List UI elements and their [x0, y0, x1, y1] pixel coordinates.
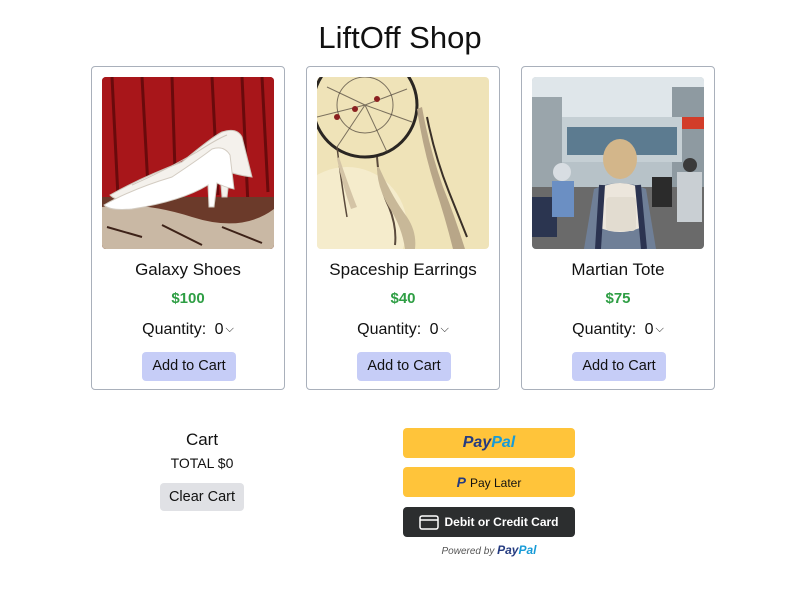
- paypal-p-icon: P: [456, 474, 466, 490]
- chevron-down-icon: ⌵: [225, 323, 234, 335]
- quantity-select[interactable]: 0 ⌵: [430, 321, 449, 339]
- product-price: $75: [605, 290, 631, 307]
- clear-cart-button[interactable]: Clear Cart: [160, 483, 244, 511]
- paypal-button[interactable]: PayPal: [403, 428, 575, 458]
- debit-credit-card-button[interactable]: Debit or Credit Card: [403, 507, 575, 537]
- quantity-row: Quantity: 0 ⌵: [522, 321, 714, 339]
- page-title: LiftOff Shop: [318, 20, 482, 55]
- product-grid: Galaxy Shoes $100 Quantity: 0 ⌵ Add to Ca…: [91, 66, 715, 390]
- chevron-down-icon: ⌵: [655, 323, 664, 335]
- product-name: Martian Tote: [571, 260, 665, 279]
- cart-total: TOTAL $0: [170, 455, 234, 471]
- product-card-spaceship-earrings: Spaceship Earrings $40 Quantity: 0 ⌵ Add …: [306, 66, 500, 390]
- powered-by-paypal: Powered by PayPal: [403, 543, 575, 557]
- paypal-small-logo: PayPal: [497, 543, 536, 557]
- quantity-row: Quantity: 0 ⌵: [307, 321, 499, 339]
- paypal-logo-pay: Pay: [462, 434, 492, 451]
- quantity-value: 0: [214, 321, 224, 338]
- paypal-logo: PayPal: [463, 434, 515, 451]
- add-to-cart-button[interactable]: Add to Cart: [357, 352, 451, 381]
- product-image-martian-tote: [532, 77, 704, 249]
- quantity-row: Quantity: 0 ⌵: [92, 321, 284, 339]
- credit-card-icon: [419, 515, 440, 530]
- quantity-value: 0: [429, 321, 439, 338]
- product-card-martian-tote: Martian Tote $75 Quantity: 0 ⌵ Add to Car…: [521, 66, 715, 390]
- pay-later-button[interactable]: P Pay Later: [403, 467, 575, 497]
- quantity-label: Quantity:: [572, 321, 637, 338]
- paypal-logo-pal: Pal: [491, 434, 516, 451]
- powered-by-label: Powered by: [441, 546, 495, 557]
- product-name: Spaceship Earrings: [329, 260, 477, 279]
- quantity-label: Quantity:: [142, 321, 207, 338]
- product-image-spaceship-earrings: [317, 77, 489, 249]
- add-to-cart-button[interactable]: Add to Cart: [572, 352, 666, 381]
- quantity-value: 0: [644, 321, 654, 338]
- chevron-down-icon: ⌵: [440, 323, 449, 335]
- quantity-select[interactable]: 0 ⌵: [645, 321, 664, 339]
- product-price: $40: [390, 290, 416, 307]
- card-button-label: Debit or Credit Card: [444, 515, 559, 529]
- paypal-small-pay: Pay: [497, 543, 519, 557]
- product-image-galaxy-shoes: [102, 77, 274, 249]
- product-price: $100: [171, 290, 205, 307]
- cart-title: Cart: [185, 430, 219, 449]
- cart-panel: Cart TOTAL $0 Clear Cart: [150, 430, 254, 511]
- add-to-cart-button[interactable]: Add to Cart: [142, 352, 236, 381]
- quantity-select[interactable]: 0 ⌵: [215, 321, 234, 339]
- paypal-small-pal: Pal: [518, 543, 537, 557]
- pay-later-label: Pay Later: [469, 476, 522, 490]
- quantity-label: Quantity:: [357, 321, 422, 338]
- product-name: Galaxy Shoes: [135, 260, 241, 279]
- product-card-galaxy-shoes: Galaxy Shoes $100 Quantity: 0 ⌵ Add to Ca…: [91, 66, 285, 390]
